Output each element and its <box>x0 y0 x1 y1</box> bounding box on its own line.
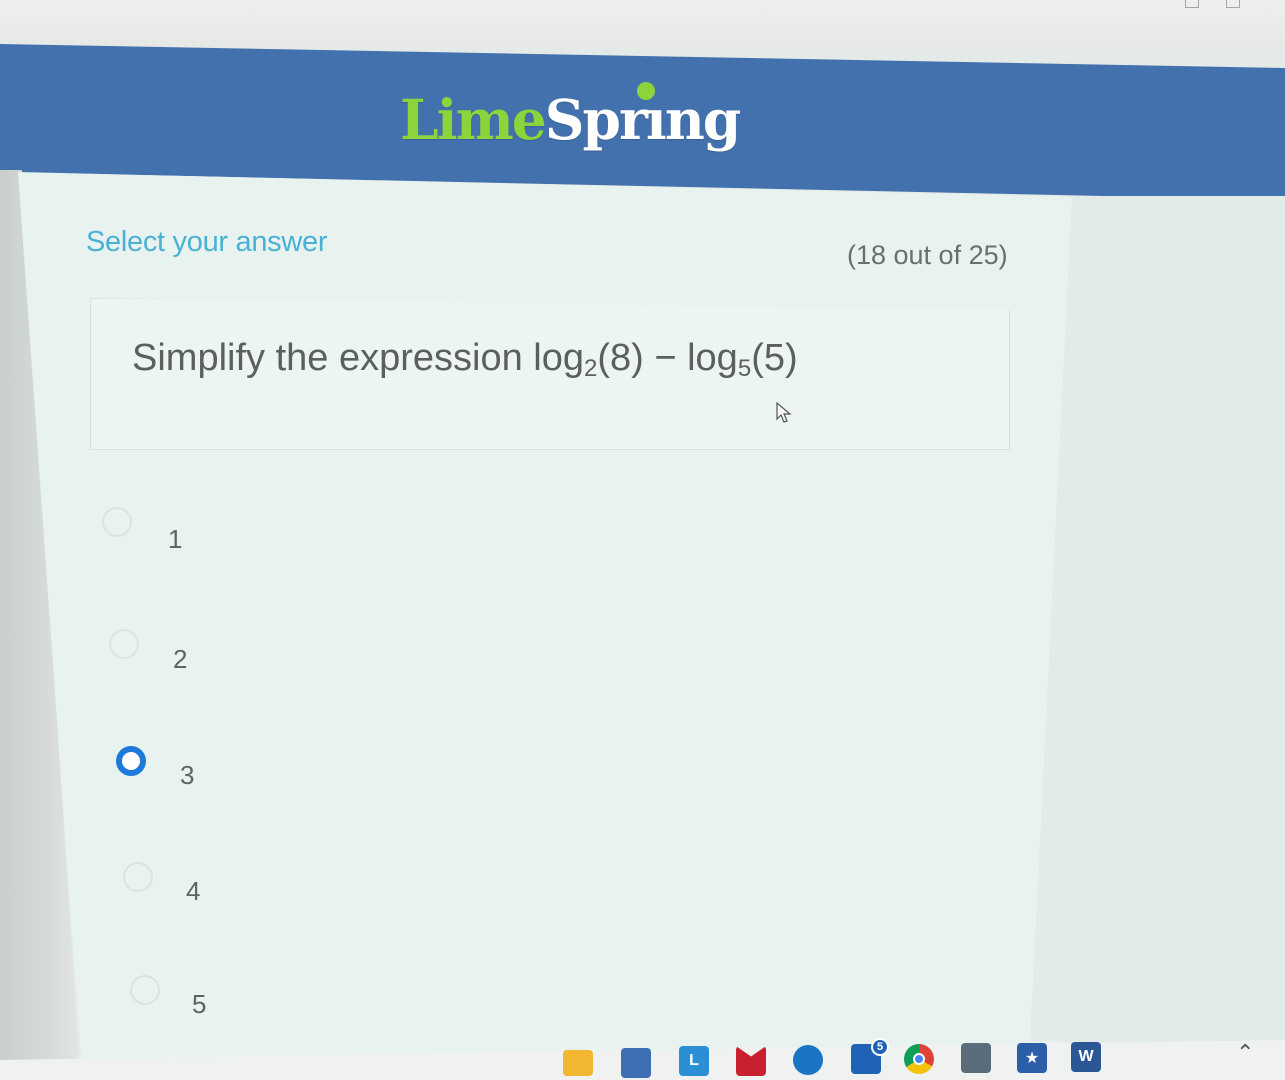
window-title-strip <box>0 0 1285 48</box>
star-app-icon[interactable]: ★ <box>1017 1043 1047 1073</box>
outlook-icon[interactable]: 5 <box>851 1038 889 1074</box>
calculator-icon[interactable] <box>961 1043 991 1073</box>
question-suffix: (5) <box>751 337 798 379</box>
answer-option-2[interactable]: 2 <box>109 612 187 675</box>
radio-option-2[interactable] <box>109 628 139 659</box>
word-icon[interactable]: W <box>1071 1042 1101 1072</box>
maximize-icon[interactable] <box>1226 0 1240 8</box>
logo-lime-text: Lime <box>400 87 547 152</box>
question-prefix: Simplify the expression log <box>132 337 584 379</box>
radio-option-1[interactable] <box>102 506 132 537</box>
question-sub-base-2: 2 <box>584 355 598 382</box>
logo-spring-text: Sprıng <box>544 87 741 152</box>
chrome-icon[interactable] <box>904 1044 934 1074</box>
outlook-badge: 5 <box>871 1038 889 1056</box>
l-app-icon[interactable]: L <box>679 1046 709 1076</box>
minimize-icon[interactable] <box>1185 0 1199 8</box>
question-mid: (8) − log <box>597 337 738 379</box>
tray-chevron-up-icon[interactable]: ⌃ <box>1236 1040 1254 1066</box>
limespring-logo: Lime Sprıng <box>400 82 741 152</box>
store-icon[interactable] <box>621 1048 651 1078</box>
right-panel <box>1030 196 1285 1041</box>
answer-option-4[interactable]: 4 <box>123 846 200 907</box>
radio-option-4[interactable] <box>123 861 153 892</box>
logo-dot-icon <box>637 82 655 100</box>
option-label-2: 2 <box>173 644 188 674</box>
word-label: W <box>1078 1048 1094 1065</box>
option-label-5: 5 <box>192 989 207 1019</box>
answer-option-5[interactable]: 5 <box>130 959 206 1020</box>
chrome-center-icon <box>913 1053 925 1065</box>
question-text: Simplify the expression log2(8) − log5(5… <box>132 337 798 383</box>
radio-option-3[interactable] <box>116 745 146 776</box>
question-progress: (18 out of 25) <box>847 240 1008 270</box>
select-answer-heading: Select your answer <box>86 226 328 258</box>
mouse-pointer-icon <box>776 402 792 423</box>
question-sub-base-5: 5 <box>737 355 752 382</box>
option-label-1: 1 <box>168 524 183 554</box>
radio-option-5[interactable] <box>130 974 160 1005</box>
option-label-4: 4 <box>186 876 201 906</box>
option-label-3: 3 <box>180 760 195 790</box>
answer-option-3[interactable]: 3 <box>116 730 194 791</box>
answer-option-1[interactable]: 1 <box>102 488 182 555</box>
blue-app-icon[interactable] <box>793 1045 823 1075</box>
l-app-label: L <box>689 1052 699 1069</box>
file-explorer-icon[interactable] <box>563 1050 593 1076</box>
